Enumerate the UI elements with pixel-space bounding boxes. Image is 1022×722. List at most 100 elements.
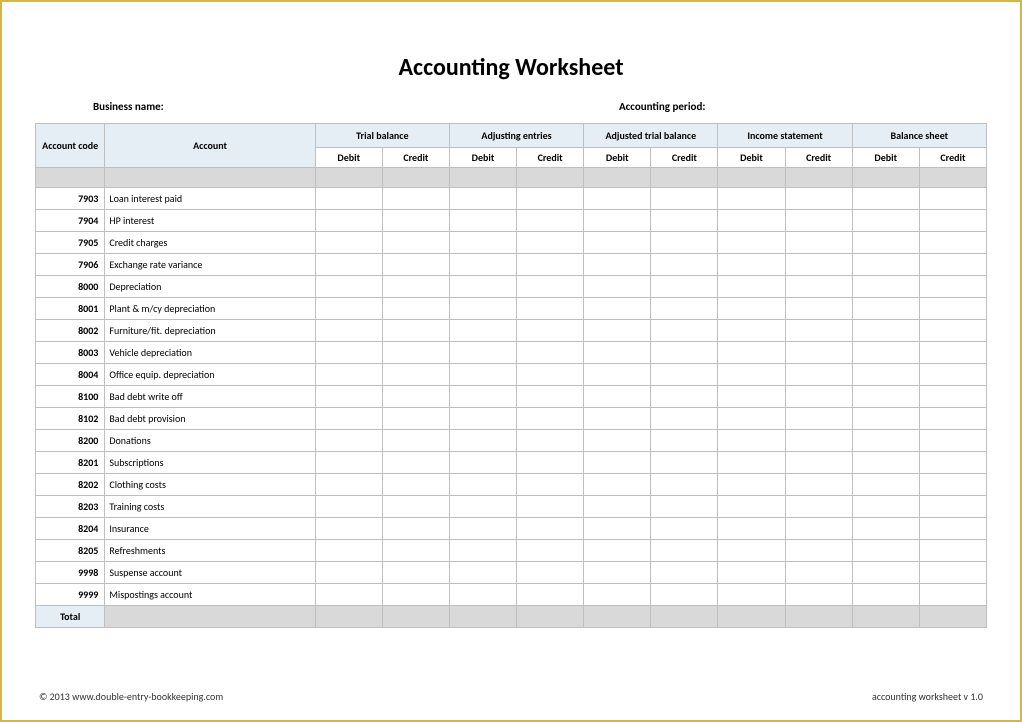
value-cell[interactable]	[382, 298, 449, 320]
value-cell[interactable]	[315, 210, 382, 232]
value-cell[interactable]	[449, 474, 516, 496]
value-cell[interactable]	[919, 540, 986, 562]
value-cell[interactable]	[315, 518, 382, 540]
value-cell[interactable]	[449, 496, 516, 518]
value-cell[interactable]	[584, 254, 651, 276]
value-cell[interactable]	[382, 254, 449, 276]
value-cell[interactable]	[919, 496, 986, 518]
value-cell[interactable]	[517, 562, 584, 584]
value-cell[interactable]	[785, 408, 852, 430]
value-cell[interactable]	[449, 408, 516, 430]
value-cell[interactable]	[584, 430, 651, 452]
value-cell[interactable]	[315, 474, 382, 496]
value-cell[interactable]	[852, 518, 919, 540]
value-cell[interactable]	[718, 254, 785, 276]
value-cell[interactable]	[651, 232, 718, 254]
value-cell[interactable]	[449, 276, 516, 298]
value-cell[interactable]	[449, 342, 516, 364]
value-cell[interactable]	[315, 496, 382, 518]
value-cell[interactable]	[382, 562, 449, 584]
value-cell[interactable]	[852, 386, 919, 408]
value-cell[interactable]	[651, 408, 718, 430]
value-cell[interactable]	[651, 188, 718, 210]
value-cell[interactable]	[584, 452, 651, 474]
value-cell[interactable]	[449, 364, 516, 386]
value-cell[interactable]	[584, 320, 651, 342]
value-cell[interactable]	[785, 518, 852, 540]
value-cell[interactable]	[919, 276, 986, 298]
value-cell[interactable]	[852, 562, 919, 584]
value-cell[interactable]	[718, 540, 785, 562]
value-cell[interactable]	[651, 474, 718, 496]
value-cell[interactable]	[919, 342, 986, 364]
value-cell[interactable]	[517, 342, 584, 364]
value-cell[interactable]	[651, 540, 718, 562]
value-cell[interactable]	[651, 320, 718, 342]
value-cell[interactable]	[517, 452, 584, 474]
value-cell[interactable]	[852, 254, 919, 276]
value-cell[interactable]	[315, 430, 382, 452]
value-cell[interactable]	[315, 562, 382, 584]
value-cell[interactable]	[718, 210, 785, 232]
value-cell[interactable]	[852, 276, 919, 298]
value-cell[interactable]	[584, 276, 651, 298]
value-cell[interactable]	[315, 386, 382, 408]
value-cell[interactable]	[718, 364, 785, 386]
value-cell[interactable]	[919, 386, 986, 408]
value-cell[interactable]	[449, 562, 516, 584]
value-cell[interactable]	[852, 540, 919, 562]
value-cell[interactable]	[315, 584, 382, 606]
value-cell[interactable]	[852, 430, 919, 452]
value-cell[interactable]	[517, 276, 584, 298]
value-cell[interactable]	[517, 210, 584, 232]
value-cell[interactable]	[517, 408, 584, 430]
value-cell[interactable]	[718, 342, 785, 364]
value-cell[interactable]	[651, 562, 718, 584]
value-cell[interactable]	[718, 452, 785, 474]
value-cell[interactable]	[718, 584, 785, 606]
value-cell[interactable]	[382, 496, 449, 518]
value-cell[interactable]	[382, 320, 449, 342]
value-cell[interactable]	[382, 430, 449, 452]
value-cell[interactable]	[382, 584, 449, 606]
value-cell[interactable]	[584, 386, 651, 408]
value-cell[interactable]	[919, 298, 986, 320]
value-cell[interactable]	[382, 342, 449, 364]
value-cell[interactable]	[382, 276, 449, 298]
value-cell[interactable]	[785, 210, 852, 232]
value-cell[interactable]	[852, 364, 919, 386]
value-cell[interactable]	[852, 584, 919, 606]
value-cell[interactable]	[382, 474, 449, 496]
value-cell[interactable]	[852, 320, 919, 342]
value-cell[interactable]	[651, 452, 718, 474]
value-cell[interactable]	[651, 496, 718, 518]
value-cell[interactable]	[919, 232, 986, 254]
value-cell[interactable]	[785, 452, 852, 474]
value-cell[interactable]	[919, 364, 986, 386]
value-cell[interactable]	[651, 584, 718, 606]
value-cell[interactable]	[449, 518, 516, 540]
value-cell[interactable]	[718, 320, 785, 342]
value-cell[interactable]	[315, 408, 382, 430]
value-cell[interactable]	[382, 386, 449, 408]
value-cell[interactable]	[517, 474, 584, 496]
value-cell[interactable]	[785, 474, 852, 496]
value-cell[interactable]	[517, 540, 584, 562]
value-cell[interactable]	[382, 518, 449, 540]
value-cell[interactable]	[517, 430, 584, 452]
value-cell[interactable]	[382, 232, 449, 254]
value-cell[interactable]	[584, 518, 651, 540]
value-cell[interactable]	[584, 584, 651, 606]
value-cell[interactable]	[919, 210, 986, 232]
value-cell[interactable]	[517, 298, 584, 320]
value-cell[interactable]	[651, 518, 718, 540]
value-cell[interactable]	[785, 188, 852, 210]
value-cell[interactable]	[651, 298, 718, 320]
value-cell[interactable]	[517, 364, 584, 386]
value-cell[interactable]	[718, 232, 785, 254]
value-cell[interactable]	[852, 496, 919, 518]
value-cell[interactable]	[449, 540, 516, 562]
value-cell[interactable]	[449, 232, 516, 254]
value-cell[interactable]	[315, 320, 382, 342]
value-cell[interactable]	[785, 298, 852, 320]
